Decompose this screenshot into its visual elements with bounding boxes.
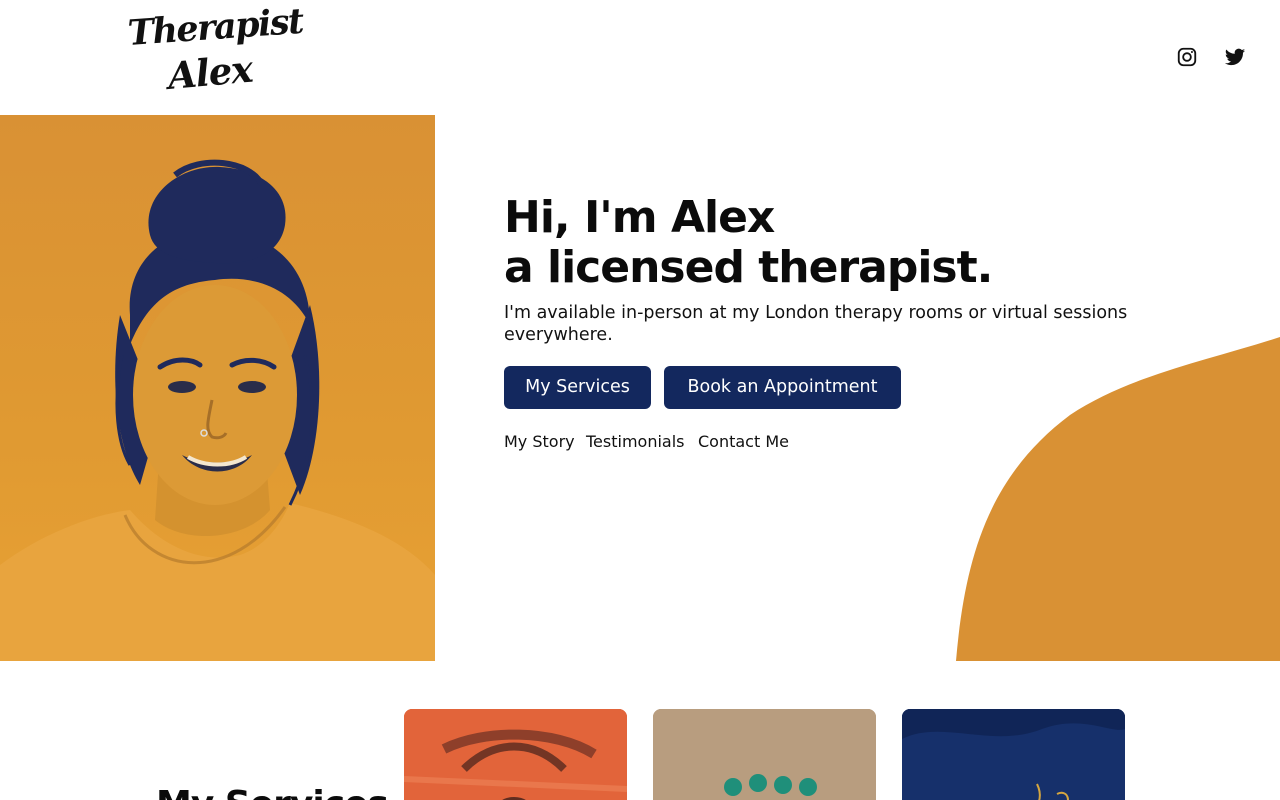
service-card-1[interactable] xyxy=(404,709,627,800)
twitter-icon[interactable] xyxy=(1224,46,1246,68)
logo-line-2: Alex xyxy=(166,46,254,98)
instagram-icon[interactable] xyxy=(1176,46,1198,68)
link-testimonials[interactable]: Testimonials xyxy=(586,432,685,451)
link-contact-me[interactable]: Contact Me xyxy=(698,432,789,451)
hero-section: Hi, I'm Alex a licensed therapist. I'm a… xyxy=(0,115,1280,661)
hero-subtitle: I'm available in-person at my London the… xyxy=(504,303,1128,345)
book-appointment-button[interactable]: Book an Appointment xyxy=(664,366,901,409)
hero-heading-line-2: a licensed therapist. xyxy=(504,242,993,293)
hero-heading: Hi, I'm Alex a licensed therapist. xyxy=(504,192,993,293)
service-card-3[interactable] xyxy=(902,709,1125,800)
logo-line-1: Therapist xyxy=(126,0,305,54)
service-card-2[interactable] xyxy=(653,709,876,800)
link-my-story[interactable]: My Story xyxy=(504,432,575,451)
services-heading: My Services xyxy=(156,784,389,800)
logo[interactable]: Therapist Alex xyxy=(127,1,304,100)
hero-heading-line-1: Hi, I'm Alex xyxy=(504,192,775,243)
site-header: Therapist Alex xyxy=(0,0,1280,115)
my-services-button[interactable]: My Services xyxy=(504,366,651,409)
